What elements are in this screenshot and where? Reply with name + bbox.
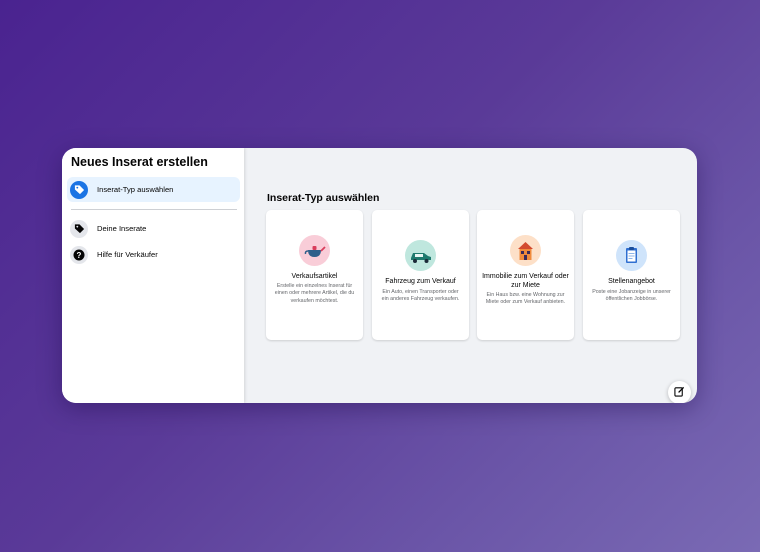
card-description: Ein Auto, einen Transporter oder ein and… — [381, 289, 460, 303]
clipboard-icon — [616, 240, 647, 271]
sidebar-item-choose-type[interactable]: Inserat-Typ auswählen — [67, 177, 240, 202]
sidebar-item-your-listings[interactable]: Deine Inserate — [67, 216, 240, 241]
sidebar-item-label: Deine Inserate — [97, 224, 147, 233]
car-icon — [405, 240, 436, 271]
page-title: Inserat-Typ auswählen — [267, 192, 380, 204]
card-vehicle-for-sale[interactable]: Fahrzeug zum Verkauf Ein Auto, einen Tra… — [372, 210, 469, 340]
card-title: Immobilie zum Verkauf oder zur Miete — [482, 273, 569, 289]
card-description: Poste eine Jobanzeige in unserer öffentl… — [592, 289, 671, 303]
sidebar-item-seller-help[interactable]: ? Hilfe für Verkäufer — [67, 242, 240, 267]
sidebar: Neues Inserat erstellen Inserat-Typ ausw… — [62, 148, 244, 403]
compose-button[interactable] — [668, 381, 691, 403]
card-title: Fahrzeug zum Verkauf — [385, 278, 456, 285]
card-description: Ein Haus bzw. eine Wohnung zur Miete ode… — [485, 292, 566, 306]
tag-icon — [70, 180, 88, 199]
sidebar-item-label: Hilfe für Verkäufer — [97, 250, 158, 259]
edit-icon — [674, 384, 685, 402]
card-item-for-sale[interactable]: Verkaufsartikel Erstelle ein einzelnes I… — [266, 210, 363, 340]
sidebar-item-label: Inserat-Typ auswählen — [97, 185, 174, 194]
card-property[interactable]: Immobilie zum Verkauf oder zur Miete Ein… — [477, 210, 574, 340]
card-job-offer[interactable]: Stellenangebot Poste eine Jobanzeige in … — [583, 210, 680, 340]
tags-icon — [70, 219, 88, 238]
house-icon — [510, 235, 541, 266]
card-title: Stellenangebot — [608, 278, 655, 285]
card-description: Erstelle ein einzelnes Inserat für einen… — [274, 283, 355, 304]
sidebar-divider — [71, 209, 237, 210]
create-listing-window: Neues Inserat erstellen Inserat-Typ ausw… — [62, 148, 697, 403]
sidebar-title: Neues Inserat erstellen — [71, 155, 208, 169]
help-icon: ? — [70, 245, 88, 264]
svg-text:?: ? — [77, 251, 82, 260]
card-title: Verkaufsartikel — [291, 273, 338, 280]
teapot-icon — [299, 235, 330, 266]
